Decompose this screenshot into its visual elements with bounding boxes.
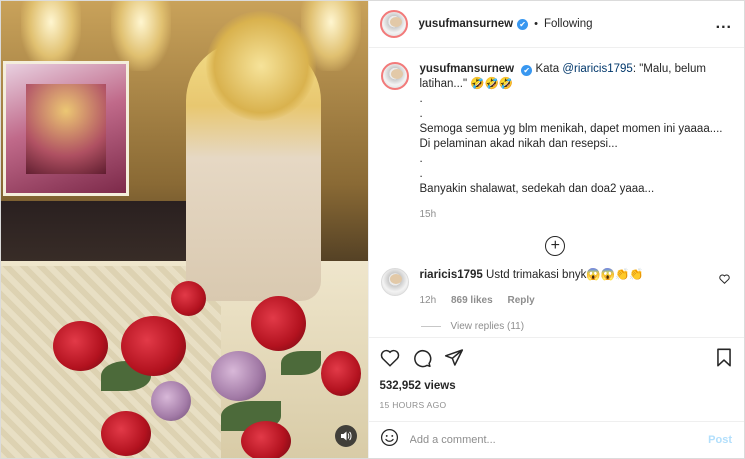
post-timestamp[interactable]: 15 HOURS AGO — [380, 400, 733, 410]
caption-avatar[interactable] — [380, 62, 409, 90]
author-avatar[interactable] — [379, 10, 408, 38]
comment-body: riaricis1795 Ustd trimakasi bnyk😱😱👏👏 12h… — [420, 268, 644, 308]
flower-bouquet — [41, 281, 368, 458]
comment-meta: 12h 869 likes Reply — [420, 293, 644, 308]
caption-time[interactable]: 15h — [420, 209, 437, 220]
caption-meta: 15h — [420, 207, 731, 222]
comment-input[interactable] — [409, 434, 709, 446]
caption-mention[interactable]: @riaricis1795 — [562, 63, 632, 75]
comment-text: Ustd trimakasi bnyk😱😱👏👏 — [486, 269, 644, 281]
speaker-icon[interactable] — [334, 425, 357, 447]
post-actions: 532,952 views 15 HOURS AGO — [368, 337, 744, 410]
comments-list[interactable]: yusufmansurnew ✔ Kata @riaricis1795: "Ma… — [369, 48, 745, 337]
view-replies[interactable]: View replies (11) — [420, 321, 731, 332]
heart-icon[interactable] — [380, 349, 400, 372]
commenter-username[interactable]: riaricis1795 — [420, 269, 483, 281]
share-icon[interactable] — [444, 348, 464, 372]
commenter-avatar[interactable] — [380, 268, 409, 296]
view-count[interactable]: 532,952 views — [380, 380, 733, 392]
post-comment-button[interactable]: Post — [708, 434, 732, 446]
verified-badge-icon: ✔ — [521, 65, 533, 76]
comment-heart-icon[interactable] — [719, 274, 730, 287]
post-video[interactable] — [1, 1, 368, 458]
emoji-icon[interactable] — [380, 428, 399, 452]
caption-text: . . Semoga semua yg blm menikah, dapet m… — [419, 93, 723, 195]
comment: riaricis1795 Ustd trimakasi bnyk😱😱👏👏 12h… — [380, 268, 731, 308]
add-comment-bar: Post — [368, 421, 744, 458]
separator: • — [534, 18, 538, 30]
comment-icon[interactable] — [412, 348, 432, 373]
caption: yusufmansurnew ✔ Kata @riaricis1795: "Ma… — [380, 62, 731, 222]
action-icons — [380, 347, 733, 373]
view-replies-line — [420, 326, 441, 327]
caption-username[interactable]: yusufmansurnew — [420, 63, 515, 75]
caption-body: yusufmansurnew ✔ Kata @riaricis1795: "Ma… — [420, 62, 731, 222]
reply-button[interactable]: Reply — [507, 295, 534, 306]
bride-headdress — [206, 11, 316, 121]
comment-likes[interactable]: 869 likes — [451, 295, 493, 306]
post-header: yusufmansurnew ✔ • Following ... — [368, 1, 744, 48]
post-dialog: yusufmansurnew ✔ • Following ... yusufma… — [0, 0, 745, 459]
author-username[interactable]: yusufmansurnew — [419, 18, 514, 30]
view-replies-label[interactable]: View replies (11) — [451, 321, 525, 332]
following-button[interactable]: Following — [544, 18, 593, 30]
load-more: + — [381, 236, 731, 256]
plus-circle-icon[interactable]: + — [545, 236, 566, 256]
projection-screen — [3, 61, 129, 196]
post-side-panel: yusufmansurnew ✔ • Following ... yusufma… — [367, 1, 745, 458]
bookmark-icon[interactable] — [716, 348, 732, 372]
comment-time[interactable]: 12h — [420, 295, 437, 306]
caption-prefix: Kata — [535, 63, 563, 75]
more-options-icon[interactable]: ... — [716, 15, 732, 33]
verified-badge-icon: ✔ — [517, 18, 529, 30]
